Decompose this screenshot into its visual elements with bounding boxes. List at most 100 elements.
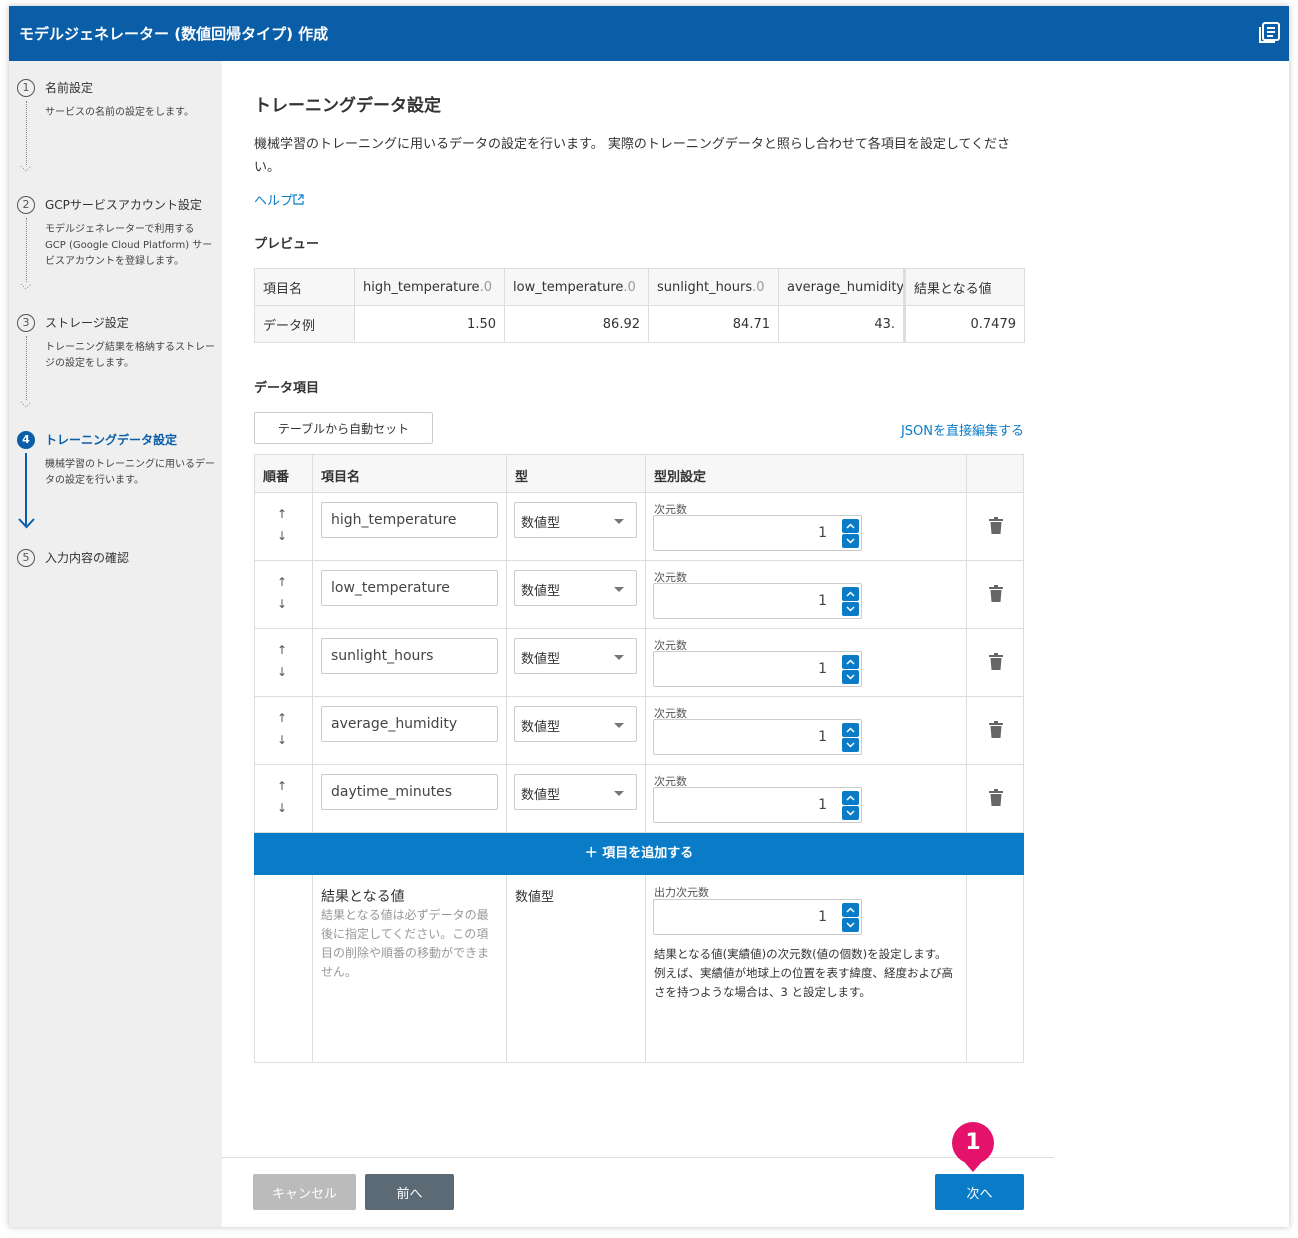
move-up-button[interactable]: ↑: [277, 507, 287, 521]
caret-down-icon: [614, 587, 624, 592]
step-desc: トレーニング結果を格納するストレージの設定をします。: [45, 342, 215, 369]
callout-badge: 1: [950, 1121, 996, 1173]
preview-cell: 0.7479: [903, 305, 1025, 343]
header-type: 型: [515, 470, 529, 485]
preview-column-header: average_humidity: [778, 268, 905, 306]
type-select[interactable]: 数値型: [514, 570, 637, 606]
preview-header-row: 項目名 high_temperature.0 low_temperature.0…: [254, 268, 1025, 306]
type-value: 数値型: [521, 516, 561, 531]
step-connector: [26, 101, 27, 165]
move-down-button[interactable]: ↓: [277, 733, 287, 747]
step-connector: [26, 218, 27, 282]
decrement-button[interactable]: [842, 806, 859, 820]
trash-icon[interactable]: [989, 789, 1003, 810]
increment-button[interactable]: [842, 791, 859, 805]
chevron-down-icon: [846, 674, 855, 680]
type-select[interactable]: 数値型: [514, 502, 637, 538]
dim-stepper[interactable]: 1: [653, 719, 862, 755]
step-label: トレーニングデータ設定: [45, 433, 178, 447]
arrow-down-icon: [18, 518, 35, 529]
type-select[interactable]: 数値型: [514, 638, 637, 674]
increment-button[interactable]: [842, 903, 859, 917]
preview-column-header: low_temperature.0: [504, 268, 649, 306]
chevron-down-icon: [20, 283, 32, 290]
dim-stepper[interactable]: 1: [653, 583, 862, 619]
add-item-button[interactable]: ＋ 項目を追加する: [254, 833, 1024, 875]
preview-column-header: sunlight_hours.0: [648, 268, 779, 306]
item-name-input[interactable]: [321, 706, 498, 742]
move-down-button[interactable]: ↓: [277, 597, 287, 611]
decrement-button[interactable]: [842, 534, 859, 548]
output-dim-stepper[interactable]: 1: [653, 899, 862, 935]
chevron-up-icon: [846, 795, 855, 801]
increment-button[interactable]: [842, 519, 859, 533]
chevron-up-icon: [846, 907, 855, 913]
table-row: ↑↓数値型次元数1: [254, 561, 1024, 629]
decrement-button[interactable]: [842, 918, 859, 932]
book-list-icon[interactable]: [1258, 22, 1280, 44]
increment-button[interactable]: [842, 655, 859, 669]
move-up-button[interactable]: ↑: [277, 779, 287, 793]
preview-cell: 1.50: [354, 305, 505, 343]
dim-value: 1: [818, 661, 827, 677]
move-down-button[interactable]: ↓: [277, 665, 287, 679]
type-select[interactable]: 数値型: [514, 706, 637, 742]
external-link-icon: [293, 194, 304, 205]
move-down-button[interactable]: ↓: [277, 801, 287, 815]
decrement-button[interactable]: [842, 670, 859, 684]
dim-stepper[interactable]: 1: [653, 651, 862, 687]
trash-icon[interactable]: [989, 653, 1003, 674]
move-up-button[interactable]: ↑: [277, 643, 287, 657]
header-order: 順番: [263, 470, 290, 485]
json-edit-link[interactable]: JSONを直接編集する: [901, 420, 1024, 439]
preview-heading: プレビュー: [254, 237, 320, 252]
chevron-down-icon: [20, 401, 32, 408]
title-bar: モデルジェネレーター (数値回帰タイプ) 作成: [9, 6, 1289, 61]
step-desc: モデルジェネレーターで利用する GCP (Google Cloud Platfo…: [45, 224, 213, 267]
item-name-input[interactable]: [321, 502, 498, 538]
trash-icon[interactable]: [989, 517, 1003, 538]
table-row: ↑↓数値型次元数1: [254, 765, 1024, 833]
caret-down-icon: [614, 723, 624, 728]
trash-icon[interactable]: [989, 585, 1003, 606]
dim-value: 1: [818, 593, 827, 609]
item-name-input[interactable]: [321, 638, 498, 674]
chevron-down-icon: [846, 538, 855, 544]
step-sidebar: 1 名前設定 サービスの名前の設定をします。 2 GCPサービスアカウント設定 …: [9, 61, 222, 1227]
caret-down-icon: [614, 655, 624, 660]
type-select[interactable]: 数値型: [514, 774, 637, 810]
chevron-down-icon: [846, 606, 855, 612]
step-label: 名前設定: [45, 81, 94, 95]
item-name-input[interactable]: [321, 570, 498, 606]
increment-button[interactable]: [842, 587, 859, 601]
dim-stepper[interactable]: 1: [653, 515, 862, 551]
dim-value: 1: [818, 525, 827, 541]
move-up-button[interactable]: ↑: [277, 711, 287, 725]
main-content: トレーニングデータ設定 機械学習のトレーニングに用いるデータの設定を行います。 …: [222, 61, 1289, 1227]
step-number: 2: [17, 196, 35, 214]
chevron-down-icon: [846, 810, 855, 816]
increment-button[interactable]: [842, 723, 859, 737]
data-items-heading: データ項目: [254, 381, 320, 396]
preview-cell: 84.71: [648, 305, 779, 343]
result-note: 結果となる値(実績値)の次元数(値の個数)を設定します。 例えば、実績値が地球上…: [654, 947, 953, 999]
decrement-button[interactable]: [842, 738, 859, 752]
move-down-button[interactable]: ↓: [277, 529, 287, 543]
preview-column-header: high_temperature.0: [354, 268, 505, 306]
header-name: 項目名: [321, 470, 361, 485]
decrement-button[interactable]: [842, 602, 859, 616]
intro-text: 機械学習のトレーニングに用いるデータの設定を行います。 実際のトレーニングデータ…: [254, 137, 1011, 175]
trash-icon[interactable]: [989, 721, 1003, 742]
auto-set-button[interactable]: テーブルから自動セット: [254, 412, 433, 444]
step-label: ストレージ設定: [45, 316, 129, 330]
header-type-settings: 型別設定: [654, 470, 707, 485]
dim-stepper[interactable]: 1: [653, 787, 862, 823]
next-button[interactable]: 次へ: [935, 1174, 1024, 1210]
prev-button[interactable]: 前へ: [365, 1174, 454, 1210]
preview-data-row: データ例 1.50 86.92 84.71 43. 0.7479: [254, 305, 1025, 343]
item-name-input[interactable]: [321, 774, 498, 810]
help-link[interactable]: ヘルプ: [254, 190, 304, 209]
step-connector-active: [25, 453, 27, 525]
move-up-button[interactable]: ↑: [277, 575, 287, 589]
cancel-button[interactable]: キャンセル: [253, 1174, 356, 1210]
